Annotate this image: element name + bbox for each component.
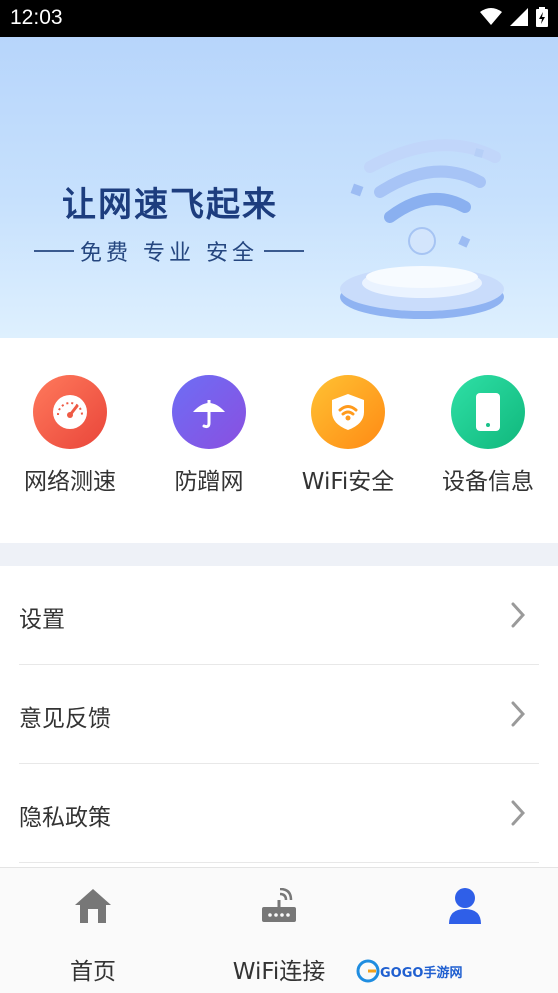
tab-profile[interactable] — [390, 884, 540, 928]
menu-item-label: 隐私政策 — [19, 805, 111, 831]
status-icons — [480, 7, 548, 27]
menu-item-feedback[interactable]: 意见反馈 — [19, 665, 539, 764]
tab-label: 首页 — [70, 959, 116, 985]
gogo-logo-icon — [356, 959, 380, 983]
bottom-tab-bar: 首页 WiFi连接 — [0, 867, 558, 993]
menu-item-label: 设置 — [19, 607, 65, 633]
watermark-text: GOGO手游网 — [380, 965, 463, 981]
section-divider — [0, 543, 558, 566]
watermark-logo: GOGO手游网 — [356, 956, 462, 986]
feature-wifi-security[interactable]: WiFi安全 — [288, 375, 408, 496]
menu-item-label: 意见反馈 — [19, 706, 111, 732]
wifi-shield-icon — [311, 375, 385, 449]
banner-subtitle-line-right — [264, 250, 304, 252]
home-icon — [18, 884, 168, 928]
chevron-right-icon — [511, 602, 525, 628]
settings-menu: 设置 意见反馈 隐私政策 — [0, 566, 558, 863]
tab-home[interactable]: 首页 — [18, 884, 168, 986]
tab-label: WiFi连接 — [232, 959, 326, 985]
umbrella-icon — [172, 375, 246, 449]
wifi-signal-icon — [480, 8, 502, 25]
feature-device-info[interactable]: 设备信息 — [428, 375, 548, 496]
status-time: 12:03 — [10, 6, 63, 29]
feature-label: 设备信息 — [442, 469, 534, 495]
wifi-platform-illustration — [340, 139, 504, 319]
chevron-right-icon — [511, 701, 525, 727]
router-icon — [204, 884, 354, 928]
phone-icon — [451, 375, 525, 449]
banner-subtitle-row: 免费 专业 安全 — [34, 235, 314, 267]
user-icon — [390, 884, 540, 928]
menu-item-settings[interactable]: 设置 — [19, 566, 539, 665]
feature-label: WiFi安全 — [301, 469, 395, 495]
feature-label: 防蹭网 — [174, 469, 244, 495]
status-bar: 12:03 — [0, 0, 558, 37]
banner-title: 让网速飞起来 — [62, 185, 278, 225]
hero-banner: 让网速飞起来 免费 专业 安全 — [0, 37, 558, 338]
battery-icon — [536, 7, 548, 27]
feature-label: 网络测速 — [24, 469, 116, 495]
banner-subtitle-line-left — [34, 250, 74, 252]
banner-subtitle: 免费 专业 安全 — [80, 241, 258, 266]
tab-wifi-connect[interactable]: WiFi连接 — [204, 884, 354, 986]
cell-signal-icon — [510, 8, 528, 26]
feature-speed-test[interactable]: 网络测速 — [10, 375, 130, 496]
chevron-right-icon — [511, 800, 525, 826]
menu-item-privacy-policy[interactable]: 隐私政策 — [19, 764, 539, 863]
speedometer-icon — [33, 375, 107, 449]
feature-shortcuts: 网络测速 防蹭网 WiFi安全 设备信息 — [0, 338, 558, 543]
feature-anti-leech[interactable]: 防蹭网 — [149, 375, 269, 496]
